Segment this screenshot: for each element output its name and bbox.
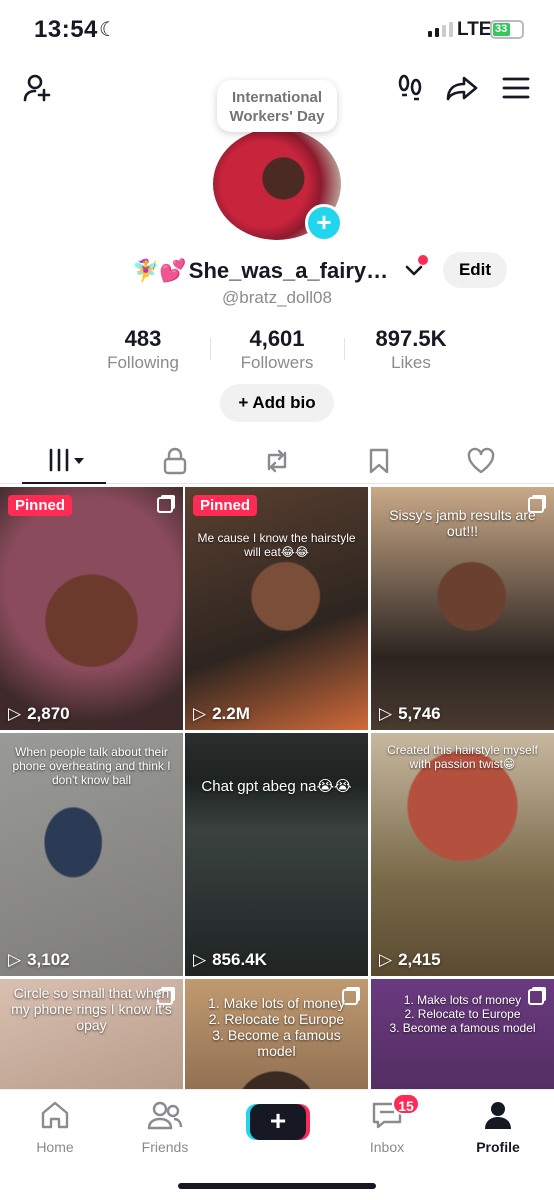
add-bio-button[interactable]: + Add bio [220,384,334,422]
video-caption: Sissy's jamb results are out!!! [389,507,536,539]
followers-count: 4,601 [249,326,305,351]
video-thumbnail[interactable]: Created this hairstyle myself with passi… [371,733,554,976]
play-icon: ▷ [379,704,393,723]
views-text: 2,870 [27,704,70,723]
tab-favorites[interactable] [324,438,434,484]
play-icon: ▷ [193,704,207,723]
nav-home[interactable]: Home [10,1100,100,1155]
battery-icon: 33 [490,20,524,39]
video-thumbnail[interactable]: When people talk about their phone overh… [0,733,183,976]
stat-following[interactable]: 483 Following [83,326,203,374]
nav-friends-label: Friends [141,1139,189,1155]
signal-icon [428,22,453,37]
video-thumbnail[interactable]: 1. Make lots of money 2. Relocate to Eur… [185,979,368,1090]
footprints-icon[interactable] [392,70,428,106]
battery-level: 33 [493,23,510,36]
video-caption: Created this hairstyle myself with passi… [387,743,538,771]
view-count: ▷ 5,746 [379,704,441,724]
repost-icon [267,449,287,473]
inbox-badge: 15 [392,1093,420,1115]
play-icon: ▷ [8,950,22,969]
view-count: ▷ 2,870 [8,704,70,724]
menu-icon[interactable] [498,70,534,106]
video-thumbnail[interactable]: Circle so small that when my phone rings… [0,979,183,1090]
video-thumbnail[interactable]: Pinned Me cause I know the hairstyle wil… [185,487,368,730]
share-icon[interactable] [444,70,480,106]
view-count: ▷ 2.2M [193,704,250,724]
status-time: 13:54 [34,16,98,43]
lock-icon [163,447,187,475]
video-caption: 1. Make lots of money 2. Relocate to Eur… [208,995,345,1059]
likes-count: 897.5K [375,326,447,351]
video-thumbnail[interactable]: Chat gpt abeg na😭😭 ▷ 856.4K [185,733,368,976]
heart-icon [467,447,495,474]
video-caption: Circle so small that when my phone rings… [11,985,172,1033]
name-emoji: 🧚‍♀️💕 [132,258,187,283]
followers-label: Followers [240,353,314,372]
video-thumbnail[interactable]: Sissy's jamb results are out!!! ▷ 5,746 [371,487,554,730]
moon-icon: ☾ [99,19,117,41]
tab-liked[interactable] [426,438,536,484]
video-caption: Me cause I know the hairstyle will eat😂😂 [197,531,356,559]
display-name: She_was_a_fairy… [188,258,389,283]
video-caption: Chat gpt abeg na😭😭 [201,778,352,795]
nav-profile-label: Profile [476,1139,520,1155]
content-tabs [0,438,554,484]
pinned-badge: Pinned [8,495,73,516]
notification-dot [418,255,428,265]
add-friend-icon[interactable] [20,70,56,106]
bookmark-icon [369,448,389,474]
nav-inbox-label: Inbox [369,1139,405,1155]
divider [344,338,345,360]
video-grid: Pinned ▷ 2,870 Pinned Me cause I know the… [0,487,554,1090]
view-count: ▷ 856.4K [193,950,267,970]
friends-icon [147,1101,183,1130]
divider [210,338,211,360]
views-text: 3,102 [27,950,70,969]
view-count: ▷ 3,102 [8,950,70,970]
edit-button[interactable]: Edit [443,252,507,288]
view-count: ▷ 2,415 [379,950,441,970]
nav-friends[interactable]: Friends [120,1100,210,1155]
nav-home-label: Home [36,1139,74,1155]
status-bar: 13:54 ☾ LTE 33 [0,0,554,60]
tab-reposts[interactable] [222,438,332,484]
stat-followers[interactable]: 4,601 Followers [217,326,337,374]
play-icon: ▷ [193,950,207,969]
nav-profile[interactable]: Profile [453,1100,543,1155]
stat-likes[interactable]: 897.5K Likes [351,326,471,374]
tab-private[interactable] [120,438,230,484]
profile-name-row[interactable]: 🧚‍♀️💕 She_was_a_fairy… [132,255,395,287]
home-indicator [178,1183,376,1189]
views-text: 856.4K [212,950,267,969]
views-text: 2.2M [212,704,250,723]
pinned-badge: Pinned [193,495,258,516]
username-handle: @bratz_doll08 [222,288,332,307]
likes-label: Likes [391,353,431,372]
home-icon [41,1101,69,1129]
video-thumbnail[interactable]: 1. Make lots of money 2. Relocate to Eur… [371,979,554,1090]
video-thumbnail[interactable]: Pinned ▷ 2,870 [0,487,183,730]
views-text: 5,746 [398,704,441,723]
grid-icon [49,448,84,472]
video-caption: 1. Make lots of money 2. Relocate to Eur… [389,993,536,1035]
network-label: LTE [457,19,492,40]
status-bubble[interactable]: International Workers' Day [217,80,337,132]
following-count: 483 [124,326,162,351]
multi-photo-icon [157,497,173,513]
create-button[interactable]: + [250,1104,306,1140]
views-text: 2,415 [398,950,441,969]
add-story-button[interactable]: + [305,204,343,242]
tab-videos[interactable] [22,438,106,484]
play-icon: ▷ [8,704,22,723]
video-caption: When people talk about their phone overh… [12,745,171,787]
play-icon: ▷ [379,950,393,969]
following-label: Following [107,353,179,372]
profile-icon [485,1102,511,1129]
